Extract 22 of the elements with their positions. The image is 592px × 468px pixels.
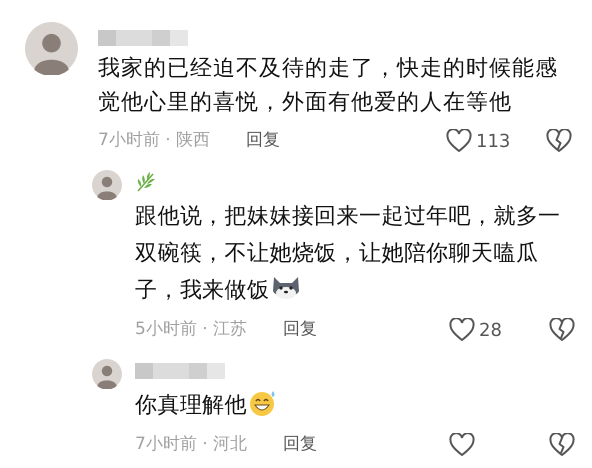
broken-heart-icon[interactable] [549,433,575,457]
husky-emoji-icon [271,275,302,301]
heart-icon[interactable] [446,129,472,153]
avatar[interactable] [92,170,122,200]
broken-heart-icon[interactable] [549,318,575,342]
grinning-emoji-icon [249,389,277,417]
avatar[interactable] [25,22,78,75]
avatar[interactable] [92,359,122,389]
heart-icon[interactable] [449,433,475,457]
comment-meta: 7小时前 · 河北 [135,433,248,456]
comment-meta: 7小时前 · 陕西 [98,129,212,152]
like-count: 113 [476,130,512,154]
reply-button[interactable]: 回复 [283,317,317,343]
broken-heart-icon[interactable] [546,129,572,153]
comment-text: 我家的已经迫不及待的走了，快走的时候能感觉他心里的喜悦，外面有他爱的人在等他 [98,55,558,117]
reply-button[interactable]: 回复 [246,128,280,154]
comment-text: 跟他说，把妹妹接回来一起过年吧，就多一双碗筷，不让她烧饭，让她陪你聊天嗑瓜子，我来做饭 [135,203,562,305]
heart-icon[interactable] [449,318,475,342]
comment-text: 你真理解他 [135,387,575,424]
comment-meta: 5小时前 · 江苏 [135,318,248,342]
reply-button[interactable]: 回复 [283,432,317,458]
like-count: 28 [479,318,503,342]
